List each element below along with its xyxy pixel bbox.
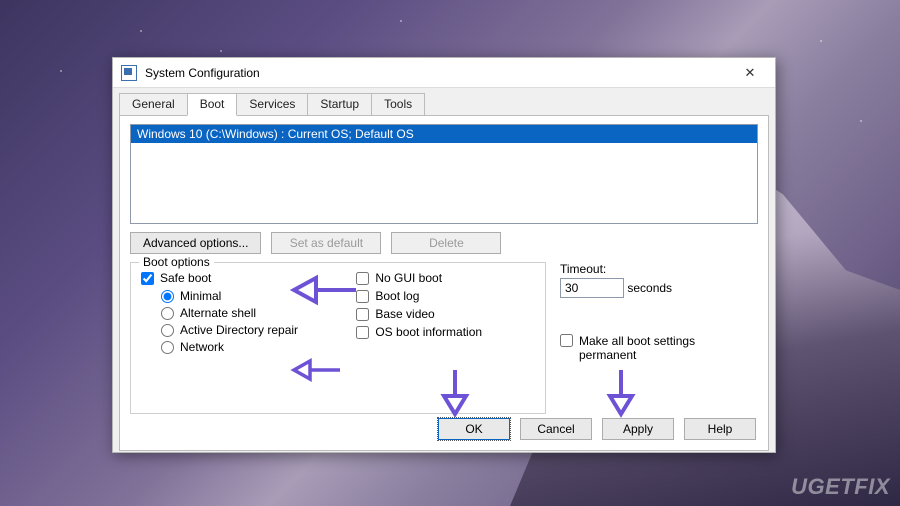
os-listbox[interactable]: Windows 10 (C:\Windows) : Current OS; De… xyxy=(130,124,758,224)
radio-alternate-shell[interactable]: Alternate shell xyxy=(161,306,319,320)
set-default-button: Set as default xyxy=(271,232,381,254)
radio-network[interactable]: Network xyxy=(161,340,319,354)
boot-log-checkbox[interactable]: Boot log xyxy=(356,289,516,303)
no-gui-boot-checkbox[interactable]: No GUI boot xyxy=(356,271,516,285)
window-title: System Configuration xyxy=(145,66,729,80)
boot-options-legend: Boot options xyxy=(139,255,214,269)
tab-tools[interactable]: Tools xyxy=(371,93,425,116)
radio-ad-repair[interactable]: Active Directory repair xyxy=(161,323,319,337)
tab-startup[interactable]: Startup xyxy=(307,93,372,116)
advanced-options-button[interactable]: Advanced options... xyxy=(130,232,261,254)
tab-general[interactable]: General xyxy=(119,93,188,116)
timeout-label: Timeout: xyxy=(560,262,758,276)
titlebar[interactable]: System Configuration ✕ xyxy=(113,58,775,88)
cancel-button[interactable]: Cancel xyxy=(520,418,592,440)
tab-boot[interactable]: Boot xyxy=(187,93,238,116)
help-button[interactable]: Help xyxy=(684,418,756,440)
watermark-text: UGETFIX xyxy=(791,474,890,500)
msconfig-icon xyxy=(121,65,137,81)
boot-tab-pane: Windows 10 (C:\Windows) : Current OS; De… xyxy=(119,115,769,451)
ok-button[interactable]: OK xyxy=(438,418,510,440)
os-boot-info-checkbox[interactable]: OS boot information xyxy=(356,325,516,339)
boot-options-group: Boot options Safe boot Minimal Alternate… xyxy=(130,262,546,414)
safe-boot-checkbox[interactable]: Safe boot xyxy=(141,271,319,285)
base-video-checkbox[interactable]: Base video xyxy=(356,307,516,321)
tab-strip: General Boot Services Startup Tools xyxy=(113,88,775,115)
delete-button: Delete xyxy=(391,232,501,254)
make-permanent-checkbox[interactable]: Make all boot settings permanent xyxy=(560,334,758,362)
apply-button[interactable]: Apply xyxy=(602,418,674,440)
tab-services[interactable]: Services xyxy=(236,93,308,116)
radio-minimal[interactable]: Minimal xyxy=(161,289,319,303)
timeout-unit: seconds xyxy=(627,281,672,295)
close-icon: ✕ xyxy=(745,65,756,81)
timeout-input[interactable] xyxy=(560,278,624,298)
os-list-item-selected[interactable]: Windows 10 (C:\Windows) : Current OS; De… xyxy=(131,125,757,143)
close-button[interactable]: ✕ xyxy=(729,59,771,87)
system-configuration-dialog: System Configuration ✕ General Boot Serv… xyxy=(112,57,776,453)
